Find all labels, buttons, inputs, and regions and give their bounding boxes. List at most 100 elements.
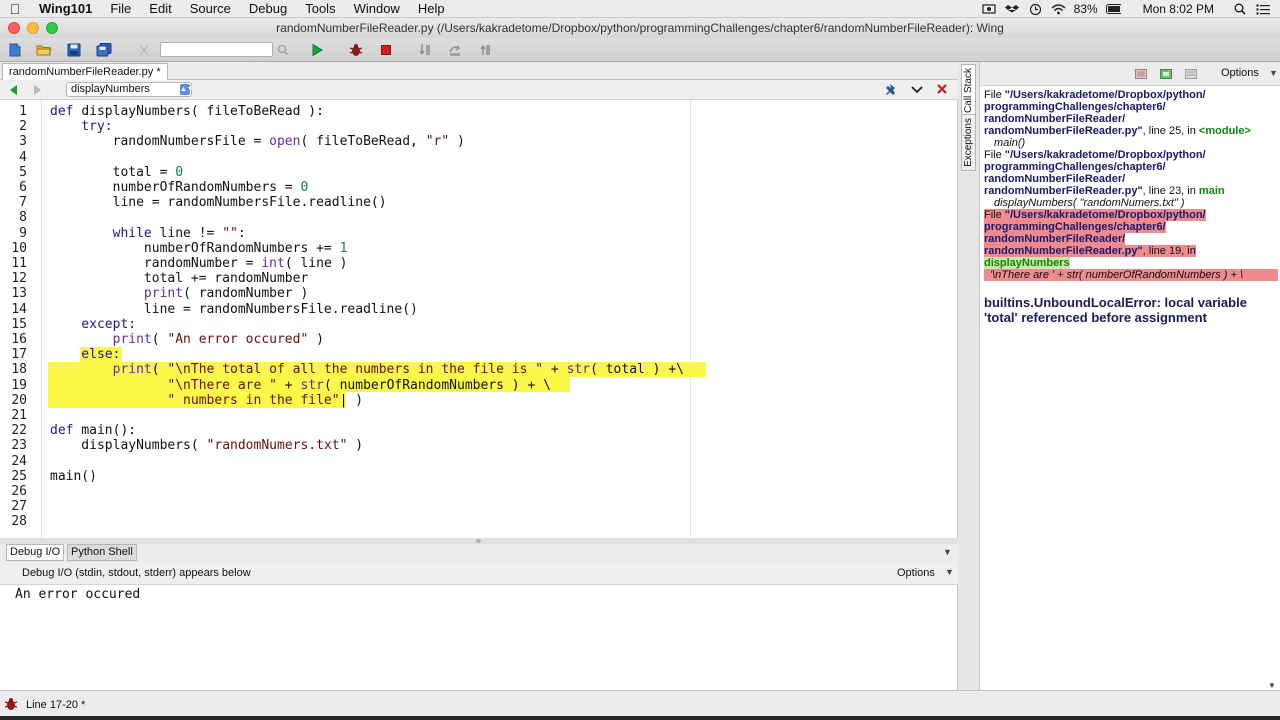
dropbox-icon[interactable] — [1005, 3, 1020, 15]
run-icon[interactable] — [308, 41, 326, 59]
code-line: randomNumber = int( line ) — [50, 256, 348, 271]
exception-message: builtins.UnboundLocalError: local variab… — [984, 295, 1247, 325]
menu-source[interactable]: Source — [181, 1, 240, 16]
close-window-button[interactable] — [8, 22, 20, 34]
stack-down-icon[interactable] — [1160, 68, 1172, 82]
time-machine-icon[interactable] — [1028, 3, 1043, 15]
options-chevron-icon[interactable] — [911, 84, 923, 98]
menu-file[interactable]: File — [101, 1, 140, 16]
code-line: "\nThere are " + str( numberOfRandomNumb… — [50, 377, 551, 393]
menu-edit[interactable]: Edit — [140, 1, 180, 16]
debug-io-header: Debug I/O (stdin, stdout, stderr) appear… — [0, 562, 958, 584]
line-number: 17 — [11, 347, 27, 363]
stack-frame-icon[interactable] — [1185, 68, 1197, 82]
menu-tools[interactable]: Tools — [296, 1, 344, 16]
line-number: 20 — [11, 392, 27, 408]
stack-options[interactable]: Options — [1221, 67, 1259, 79]
frame-code: main() — [994, 137, 1026, 149]
code-line: numberOfRandomNumbers = 0 — [50, 180, 309, 195]
search-icon[interactable] — [274, 41, 292, 59]
code-line: line = randomNumbersFile.readline() — [50, 301, 418, 317]
macos-menubar:  Wing101 File Edit Source Debug Tools W… — [0, 0, 1280, 18]
tab-call-stack[interactable]: Call Stack — [961, 64, 976, 118]
stop-icon[interactable] — [377, 41, 395, 59]
cut-icon[interactable] — [135, 41, 153, 59]
forward-arrow-icon[interactable] — [32, 84, 43, 99]
line-number: 2 — [19, 119, 27, 135]
line-number: 11 — [11, 256, 27, 271]
tab-exceptions[interactable]: Exceptions — [961, 114, 976, 171]
code-line: " numbers in the file"| ) — [50, 392, 364, 408]
minimize-window-button[interactable] — [27, 22, 39, 34]
line-number: 24 — [11, 453, 27, 469]
pin-icon[interactable] — [886, 83, 898, 100]
scope-select[interactable]: displayNumbers ▲▼ — [66, 82, 194, 97]
zoom-window-button[interactable] — [46, 22, 58, 34]
line-number: 23 — [11, 438, 27, 454]
debug-io-options-arrow-icon[interactable]: ▼ — [945, 567, 954, 577]
line-number: 7 — [19, 195, 27, 211]
save-icon[interactable] — [65, 41, 83, 59]
close-editor-icon[interactable] — [936, 83, 948, 98]
bottom-tabs-dropdown-icon[interactable]: ▼ — [943, 547, 952, 557]
edge-guide — [690, 100, 691, 538]
line-number: 18 — [11, 362, 27, 378]
code-line: except: — [50, 316, 137, 332]
frame-function: main — [1198, 185, 1225, 197]
battery-icon[interactable] — [1105, 3, 1121, 15]
debug-io-output[interactable]: An error occured — [0, 584, 958, 690]
line-number: 14 — [11, 301, 27, 317]
step-out-icon[interactable] — [476, 41, 494, 59]
spotlight-search-icon[interactable] — [1232, 3, 1247, 15]
menu-help[interactable]: Help — [409, 1, 454, 16]
line-number: 21 — [11, 408, 27, 423]
clock[interactable]: Mon 8:02 PM — [1143, 2, 1214, 16]
stack-options-arrow-icon[interactable]: ▼ — [1269, 68, 1278, 78]
line-number: 1 — [19, 104, 27, 119]
line-number: 8 — [19, 210, 27, 226]
toolbar-search-input[interactable] — [160, 42, 273, 57]
line-number: 27 — [11, 499, 27, 515]
stack-frame-selected[interactable]: File "/Users/kakradetome/Dropbox/python/ — [984, 209, 1278, 221]
editor-nav-bar: displayNumbers ▲▼ — [0, 80, 958, 100]
debug-icon[interactable] — [347, 41, 365, 59]
line-number: 16 — [11, 332, 27, 347]
apple-icon[interactable]:  — [0, 1, 30, 17]
back-arrow-icon[interactable] — [8, 84, 19, 99]
file-tab[interactable]: randomNumberFileReader.py * — [2, 63, 168, 80]
step-over-icon[interactable] — [446, 41, 464, 59]
frame-function: displayNumbers — [984, 257, 1070, 269]
tab-python-shell[interactable]: Python Shell — [67, 544, 137, 561]
line-number-gutter: 1 2 3 4 5 6 7 8 9 10 11 12 13 14 15 16 17 18 19 20 21 22 23 24 2… — [0, 100, 42, 538]
status-menus: 83% Mon 8:02 PM — [982, 0, 1280, 18]
debug-io-options[interactable]: Options — [897, 567, 935, 579]
stack-frame[interactable]: File "/Users/kakradetome/Dropbox/python/ — [984, 89, 1278, 101]
app-menu[interactable]: Wing101 — [30, 1, 101, 16]
bottom-tab-bar: Debug I/O Python Shell ▼ — [0, 544, 958, 562]
wifi-icon[interactable] — [1051, 3, 1066, 15]
stack-scroll-arrow-icon[interactable]: ▼ — [1268, 681, 1276, 690]
line-number: 26 — [11, 484, 27, 499]
display-icon[interactable] — [982, 3, 997, 15]
step-into-icon[interactable] — [416, 41, 434, 59]
code-line: print( "\nThe total of all the numbers i… — [50, 362, 684, 378]
code-editor[interactable]: 1 2 3 4 5 6 7 8 9 10 11 12 13 14 15 16 17 18 19 20 21 22 23 24 2… — [0, 100, 958, 538]
debug-bug-icon[interactable] — [4, 697, 18, 714]
open-folder-icon[interactable] — [35, 41, 53, 59]
screen-edge — [0, 716, 1280, 720]
code-line: numberOfRandomNumbers += 1 — [50, 240, 348, 256]
line-number: 13 — [11, 286, 27, 302]
stack-frame[interactable]: File "/Users/kakradetome/Dropbox/python/ — [984, 149, 1278, 161]
frame-function: <module> — [1198, 125, 1251, 137]
stack-up-icon[interactable] — [1135, 68, 1147, 82]
window-titlebar: randomNumberFileReader.py (/Users/kakrad… — [0, 18, 1280, 38]
menu-window[interactable]: Window — [345, 1, 409, 16]
debug-io-description: Debug I/O (stdin, stdout, stderr) appear… — [22, 567, 251, 579]
notification-center-icon[interactable] — [1255, 3, 1270, 15]
new-file-icon[interactable] — [6, 41, 24, 59]
menu-debug[interactable]: Debug — [240, 1, 296, 16]
line-number: 10 — [11, 240, 27, 256]
save-all-icon[interactable] — [95, 41, 113, 59]
line-number: 25 — [11, 468, 27, 484]
tab-debug-io[interactable]: Debug I/O — [6, 544, 65, 561]
